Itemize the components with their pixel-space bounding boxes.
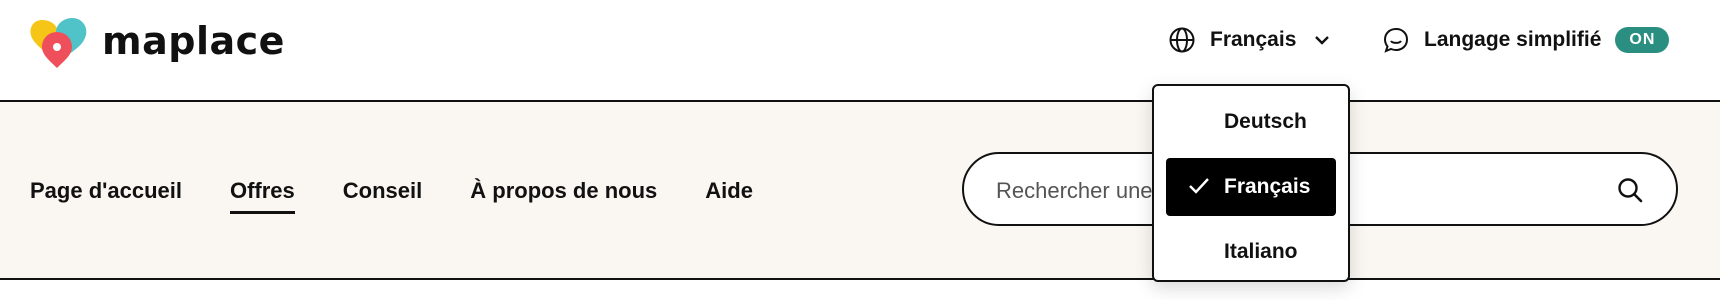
logo-text: maplace (102, 19, 285, 63)
language-current: Français (1210, 28, 1297, 51)
chevron-down-icon (1315, 36, 1330, 45)
language-option-italiano[interactable]: Italiano (1166, 230, 1336, 274)
checkmark-icon (1189, 178, 1209, 194)
top-header: maplace Français Langage simplifié ON (0, 0, 1720, 102)
language-option-deutsch[interactable]: Deutsch (1166, 100, 1336, 144)
search-icon[interactable] (1616, 176, 1644, 204)
simple-language-label: Langage simplifié (1424, 28, 1602, 51)
nav-band: Page d'accueil Offres Conseil À propos d… (0, 102, 1720, 280)
main-nav: Page d'accueil Offres Conseil À propos d… (30, 102, 801, 280)
language-option-label: Français (1224, 175, 1311, 198)
simple-language-toggle[interactable]: ON (1615, 27, 1670, 53)
nav-item-help[interactable]: Aide (705, 178, 753, 204)
nav-item-home[interactable]: Page d'accueil (30, 178, 182, 204)
language-selector[interactable]: Français (1168, 26, 1330, 54)
language-option-label: Deutsch (1224, 110, 1307, 133)
simple-language-switch[interactable]: Langage simplifié ON (1382, 26, 1670, 54)
language-dropdown: Deutsch Français Italiano (1152, 84, 1350, 282)
logo-heart-icon (30, 18, 87, 68)
language-option-francais[interactable]: Français (1166, 158, 1336, 216)
chat-bubble-icon (1383, 27, 1409, 53)
language-option-label: Italiano (1224, 240, 1298, 263)
logo[interactable]: maplace (28, 14, 285, 68)
nav-item-about[interactable]: À propos de nous (470, 178, 657, 204)
nav-item-advice[interactable]: Conseil (343, 178, 422, 204)
globe-icon (1169, 27, 1195, 53)
nav-item-offers[interactable]: Offres (229, 178, 295, 214)
